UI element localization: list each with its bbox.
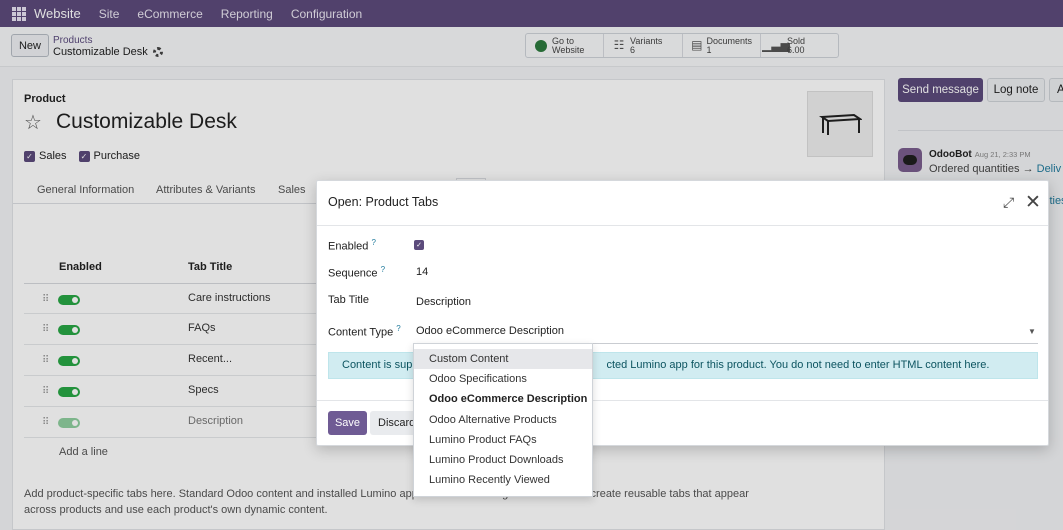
content-type-label-text: Content Type xyxy=(328,326,394,339)
dialog-header: Open: Product Tabs ⤢ ✕ xyxy=(317,181,1048,226)
content-type-label: Content Type ? xyxy=(328,324,401,339)
save-button[interactable]: Save xyxy=(328,411,367,435)
option-lumino-recently-viewed[interactable]: Lumino Recently Viewed xyxy=(414,470,592,490)
check-icon: ✓ xyxy=(416,242,422,249)
alert-text-right: cted Lumino app for this product. You do… xyxy=(606,359,990,371)
option-odoo-alternative-products[interactable]: Odoo Alternative Products xyxy=(414,410,592,430)
help-tooltip-icon[interactable]: ? xyxy=(371,238,375,247)
close-icon[interactable]: ✕ xyxy=(1025,191,1041,214)
chevron-down-icon[interactable]: ▼ xyxy=(1028,327,1036,336)
option-lumino-product-faqs[interactable]: Lumino Product FAQs xyxy=(414,430,592,450)
option-odoo-ecommerce-description[interactable]: Odoo eCommerce Description xyxy=(414,389,592,409)
alert-text-left: Content is supp xyxy=(342,359,419,371)
enabled-checkbox[interactable]: ✓ xyxy=(414,240,424,250)
expand-icon[interactable]: ⤢ xyxy=(1003,194,1014,211)
content-type-dropdown: Custom Content Odoo Specifications Odoo … xyxy=(413,343,593,497)
sequence-field[interactable]: 14 xyxy=(416,266,428,278)
sequence-label-text: Sequence xyxy=(328,267,378,280)
content-type-value[interactable]: Odoo eCommerce Description xyxy=(416,325,564,337)
discard-button[interactable]: Discard xyxy=(370,411,416,435)
help-tooltip-icon[interactable]: ? xyxy=(396,324,400,333)
sequence-label: Sequence ? xyxy=(328,265,385,280)
tab-title-field[interactable]: Description xyxy=(416,296,471,308)
option-odoo-specifications[interactable]: Odoo Specifications xyxy=(414,369,592,389)
option-lumino-product-downloads[interactable]: Lumino Product Downloads xyxy=(414,450,592,470)
enabled-label: Enabled ? xyxy=(328,238,376,253)
option-custom-content[interactable]: Custom Content xyxy=(414,349,592,370)
tab-title-label: Tab Title xyxy=(328,294,369,306)
enabled-label-text: Enabled xyxy=(328,240,369,253)
help-tooltip-icon[interactable]: ? xyxy=(381,265,385,274)
dialog-title: Open: Product Tabs xyxy=(328,195,439,209)
